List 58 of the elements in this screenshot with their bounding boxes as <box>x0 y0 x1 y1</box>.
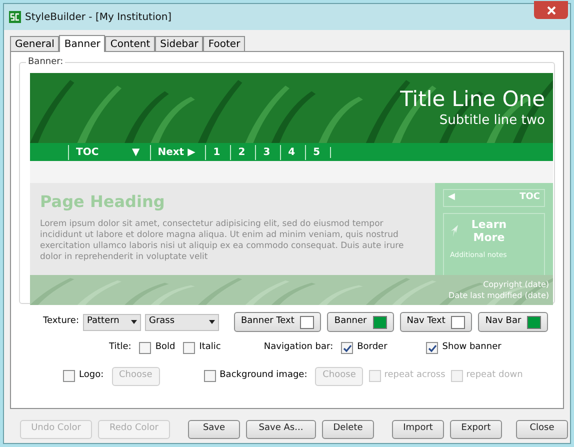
push-button[interactable]: Save As... <box>246 420 316 439</box>
pointer-icon <box>450 224 460 238</box>
checkbox-label: repeat across <box>384 369 446 382</box>
nav-item[interactable]: 2 <box>230 144 256 160</box>
logo-label: Logo: <box>79 369 104 382</box>
title-label: Title: <box>109 341 132 354</box>
push-button[interactable]: Import <box>392 420 444 439</box>
page-heading: Page Heading <box>40 191 166 213</box>
push-button[interactable]: Export <box>450 420 502 439</box>
texture-type-dropdown[interactable]: Pattern <box>82 314 141 330</box>
body-text: Lorem ipsum dolor sit amet, consectetur adipisicing elit, sed do eiusmod tempor incididunt ut labore et dolore magna aliqua. Ut enim ad minim veniam, quis nostrud exercitation ullamco laboris nisi ut aliquip ex ea commodo consequat. Duis aute irure dolor in reprehenderit in voluptate velit <box>40 219 405 263</box>
color-button[interactable]: Nav Text <box>400 312 472 332</box>
tab[interactable]: Footer <box>203 36 246 51</box>
nav-item[interactable]: Next ▶ <box>150 144 206 160</box>
nav-item[interactable]: 5 <box>305 144 330 160</box>
tab[interactable]: Sidebar <box>155 36 204 51</box>
checkbox-label: repeat down <box>466 369 523 382</box>
banner-title: Title Line One <box>400 86 545 112</box>
checkbox[interactable] <box>341 342 354 354</box>
window-title: StyleBuilder - [My Institution] <box>25 10 172 24</box>
nav-item[interactable]: 1 <box>205 144 230 160</box>
checkbox-label: Bold <box>155 341 176 354</box>
checkbox-label: Italic <box>199 341 221 354</box>
left-arrow: ◀ <box>448 191 455 204</box>
close-button[interactable] <box>534 1 568 19</box>
background-image-label: Background image: <box>220 369 308 382</box>
check-icon <box>342 344 352 352</box>
color-button[interactable]: Nav Bar <box>478 312 548 332</box>
app-icon <box>9 11 21 23</box>
nav-item[interactable]: 4 <box>280 144 306 160</box>
close-icon <box>546 6 556 14</box>
check-icon <box>428 344 437 352</box>
checkbox[interactable] <box>183 342 196 354</box>
checkbox-label: Show banner <box>442 341 502 354</box>
push-button[interactable]: Delete <box>322 420 374 439</box>
footer-text: Date last modified (date) <box>448 290 549 301</box>
tab[interactable]: General <box>10 36 60 51</box>
texture-dropdown[interactable]: Grass <box>144 314 219 330</box>
tab[interactable]: Banner <box>59 35 106 52</box>
color-button[interactable]: Banner Text <box>234 312 322 332</box>
nav-bar-label: Navigation bar: <box>264 341 334 354</box>
push-button[interactable]: Save <box>188 420 240 439</box>
color-button[interactable]: Banner <box>327 312 394 332</box>
checkbox[interactable] <box>426 342 438 354</box>
texture-label: Texture: <box>43 315 79 328</box>
nav-item[interactable]: 3 <box>255 144 280 160</box>
checkbox-label: Border <box>357 341 388 354</box>
banner-subtitle: Subtitle line two <box>439 112 545 130</box>
tab[interactable]: Content <box>105 36 156 51</box>
nav-item[interactable]: ▼ <box>132 144 150 160</box>
caret-icon <box>208 320 215 324</box>
caret-icon <box>130 320 137 324</box>
checkbox[interactable] <box>204 370 216 382</box>
checkbox[interactable] <box>63 370 75 382</box>
nav-item[interactable]: TOC <box>68 144 132 160</box>
push-button[interactable]: Close <box>516 420 568 439</box>
footer-text: Copyright (date) <box>483 279 549 290</box>
checkbox[interactable] <box>139 342 152 354</box>
